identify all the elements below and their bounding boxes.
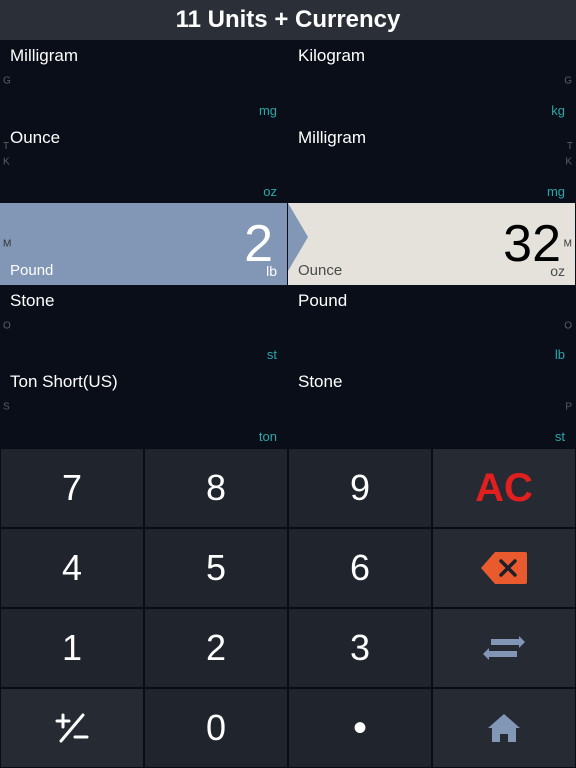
key-1[interactable]: 1 [0,608,144,688]
key-home[interactable] [432,688,576,768]
key-7[interactable]: 7 [0,448,144,528]
key-label: 7 [62,467,82,509]
plus-minus-icon [55,711,89,745]
unit-name: Pound [298,291,565,311]
unit-cell-right[interactable]: P Stone st [288,366,576,448]
unit-row[interactable]: K Ounce oz K Milligram mg [0,122,576,204]
key-0[interactable]: 0 [144,688,288,768]
unit-abbrev: st [267,347,277,362]
key-label: 8 [206,467,226,509]
unit-abbrev: mg [259,103,277,118]
key-6[interactable]: 6 [288,528,432,608]
key-2[interactable]: 2 [144,608,288,688]
key-label: 5 [206,547,226,589]
unit-row[interactable]: G Milligram mg G Kilogram kg [0,40,576,122]
key-label: AC [475,466,533,511]
unit-row-selected[interactable]: M 2 Pound lb M 32 Ounce oz [0,203,576,285]
wheel-letter: G [3,75,11,86]
unit-name: Ounce [10,128,277,148]
key-label: 4 [62,547,82,589]
unit-row[interactable]: O Stone st O Pound lb [0,285,576,367]
unit-name: Stone [10,291,277,311]
unit-abbrev: lb [266,263,277,279]
unit-cell-right[interactable]: O Pound lb [288,285,576,367]
unit-cell-left[interactable]: O Stone st [0,285,288,367]
unit-cell-right[interactable]: G Kilogram kg [288,40,576,122]
unit-abbrev: ton [259,429,277,444]
unit-cell-left[interactable]: G Milligram mg [0,40,288,122]
unit-name: Kilogram [298,46,565,66]
unit-name: Pound [10,262,53,279]
key-clear[interactable]: AC [432,448,576,528]
header-bar: 11 Units + Currency [0,0,576,40]
unit-name: Stone [298,372,565,392]
key-label: 1 [62,627,82,669]
key-8[interactable]: 8 [144,448,288,528]
wheel-letter: P [565,402,572,413]
swap-icon [483,633,525,663]
unit-abbrev: kg [551,103,565,118]
unit-cell-right[interactable]: K Milligram mg [288,122,576,204]
unit-name: Ton Short(US) [10,372,277,392]
header-title: 11 Units + Currency [176,6,401,34]
key-sign[interactable] [0,688,144,768]
key-dot[interactable]: • [288,688,432,768]
home-icon [486,712,522,744]
key-label: 0 [206,707,226,749]
backspace-icon [481,552,527,584]
unit-cell-left[interactable]: K Ounce oz [0,122,288,204]
key-label: 2 [206,627,226,669]
unit-abbrev: lb [555,347,565,362]
wheel-letter: G [564,75,572,86]
key-backspace[interactable] [432,528,576,608]
key-label: 9 [350,467,370,509]
unit-abbrev: mg [547,184,565,199]
key-4[interactable]: 4 [0,528,144,608]
key-3[interactable]: 3 [288,608,432,688]
unit-abbrev: st [555,429,565,444]
unit-name: Milligram [298,128,565,148]
unit-name: Ounce [298,262,342,279]
wheel-letter: T [3,141,9,347]
key-swap[interactable] [432,608,576,688]
unit-abbrev: oz [550,263,565,279]
key-9[interactable]: 9 [288,448,432,528]
wheel-letter: S [3,402,10,413]
unit-abbrev: oz [263,184,277,199]
wheel-letter: T [567,141,573,347]
key-label: 3 [350,627,370,669]
unit-cell-left-selected[interactable]: M 2 Pound lb [0,203,288,285]
unit-list: G Milligram mg G Kilogram kg K Ounce oz … [0,40,576,448]
unit-name: Milligram [10,46,277,66]
unit-cell-left[interactable]: S Ton Short(US) ton [0,366,288,448]
key-5[interactable]: 5 [144,528,288,608]
keypad: 7 8 9 AC 4 5 6 1 2 3 [0,448,576,768]
unit-row[interactable]: S Ton Short(US) ton P Stone st [0,366,576,448]
key-label: 6 [350,547,370,589]
unit-cell-right-selected[interactable]: M 32 Ounce oz [288,203,576,285]
